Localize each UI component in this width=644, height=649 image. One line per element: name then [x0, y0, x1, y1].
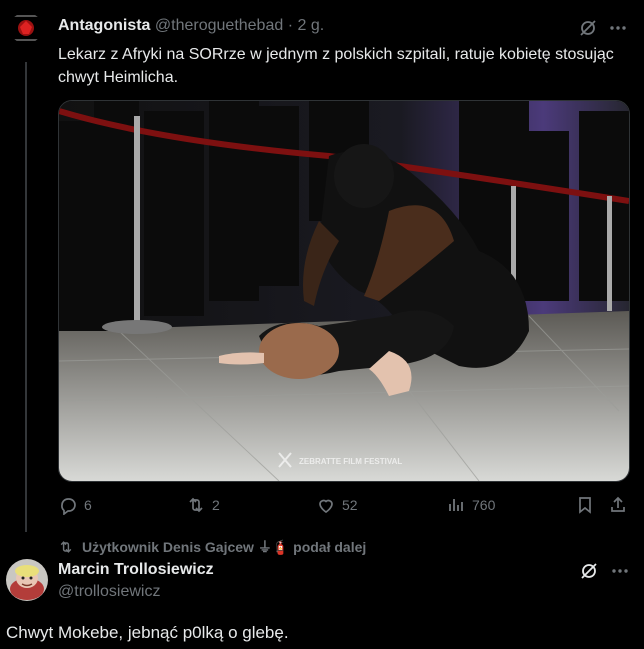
repost-icon: [186, 495, 206, 515]
avatar[interactable]: [10, 12, 42, 44]
tweet-media[interactable]: ZEBRATTE FILM FESTIVAL: [58, 100, 630, 482]
grok-icon[interactable]: [578, 18, 598, 38]
like-button[interactable]: 52: [316, 494, 358, 516]
thread-line: [25, 62, 27, 532]
more-icon[interactable]: [610, 561, 630, 581]
view-count: 760: [472, 497, 496, 513]
reply-count: 6: [84, 497, 92, 513]
separator: ·: [287, 17, 294, 34]
share-button[interactable]: [608, 494, 628, 516]
repost-notice[interactable]: Użytkownik Denis Gajcew ⏚🧯 podał dalej: [58, 537, 366, 557]
more-icon[interactable]: [608, 18, 628, 38]
repost-icon: [58, 539, 74, 555]
views-icon: [446, 495, 466, 515]
views-button[interactable]: 760: [446, 494, 495, 516]
grok-icon[interactable]: [579, 561, 599, 581]
author-name[interactable]: Marcin Trollosiewicz: [58, 561, 214, 579]
repost-notice-text: Użytkownik Denis Gajcew ⏚🧯 podał dalej: [82, 539, 367, 555]
timestamp[interactable]: 2 g.: [297, 17, 324, 34]
avatar[interactable]: [6, 559, 48, 601]
tweet-text: Chwyt Mokebe, jebnąć p0lką o glebę.: [6, 623, 289, 642]
tweet-header: Antagonista @theroguethebad · 2 g.: [58, 16, 324, 36]
reply-button[interactable]: 6: [58, 494, 92, 516]
repost-count: 2: [212, 497, 220, 513]
repost-button[interactable]: 2: [186, 494, 220, 516]
bookmark-icon: [575, 495, 595, 515]
share-icon: [608, 495, 628, 515]
bookmark-button[interactable]: [575, 494, 595, 516]
timeline: Antagonista @theroguethebad · 2 g. Lekar…: [0, 0, 644, 649]
tweet-text: Lekarz z Afryki na SORrze w jednym z pol…: [58, 46, 614, 86]
author-handle[interactable]: @trollosiewicz: [58, 583, 160, 601]
heart-icon: [316, 495, 336, 515]
like-count: 52: [342, 497, 358, 513]
author-name[interactable]: Antagonista: [58, 17, 150, 34]
reply-icon: [58, 495, 78, 515]
author-handle[interactable]: @theroguethebad: [155, 17, 283, 34]
media-watermark: ZEBRATTE FILM FESTIVAL: [299, 457, 402, 466]
